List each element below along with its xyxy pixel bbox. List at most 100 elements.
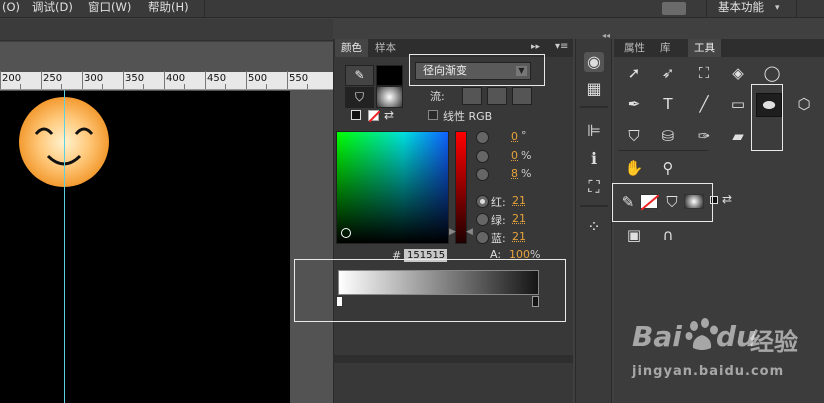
collapsed-panel-strip: ◂◂ ◉ ▦ ⊫ ℹ ⛶ ⁘ (575, 31, 612, 403)
gradient-stop-start[interactable] (336, 296, 343, 307)
free-transform-tool-icon[interactable]: ⛶ (692, 62, 716, 84)
ruler-tick (41, 71, 42, 89)
tab-swatches[interactable]: 样本 (369, 39, 402, 57)
sync-settings-icon[interactable] (662, 2, 686, 15)
tab-library[interactable]: 库 (654, 39, 677, 57)
highlight-frame (409, 54, 545, 86)
slider-arrow-left-icon[interactable]: ▶ (449, 227, 456, 237)
color-picker-field[interactable] (336, 131, 449, 244)
strip-separator (580, 106, 608, 108)
green-radio[interactable] (476, 213, 489, 226)
menu-item-debug[interactable]: 调试(D) (32, 0, 73, 18)
expand-panels-icon[interactable]: ◂◂ (602, 31, 610, 40)
red-value[interactable]: 21 (512, 194, 526, 207)
ruler-label: 250 (43, 73, 63, 84)
slider-arrow-right-icon[interactable]: ◀ (466, 227, 473, 237)
paint-bucket-tool-icon[interactable]: ⛉ (622, 125, 646, 147)
ruler-minor-tick (102, 84, 103, 89)
highlight-frame (751, 84, 783, 151)
tab-tools[interactable]: 工具 (688, 39, 721, 57)
ruler-label: 300 (84, 73, 104, 84)
panel-resize-grip[interactable] (333, 355, 573, 363)
flow-extend-button[interactable] (462, 87, 482, 105)
info-icon[interactable]: ℹ (584, 149, 604, 169)
panel-menu-icon[interactable]: ▾≡ (555, 41, 568, 52)
flow-repeat-button[interactable] (512, 87, 532, 105)
brightness-unit: % (521, 167, 532, 180)
stroke-color-swatch[interactable] (376, 65, 403, 86)
ruler-minor-tick (143, 84, 144, 89)
subselection-tool-icon[interactable]: ➶ (656, 62, 680, 84)
menu-item-help[interactable]: 帮助(H) (148, 0, 189, 18)
ink-bottle-tool-icon[interactable]: ⛁ (656, 125, 680, 147)
ruler-minor-tick (20, 84, 21, 89)
ruler-label: 450 (207, 73, 227, 84)
magnet-icon[interactable]: ∩ (656, 224, 680, 246)
red-radio[interactable] (476, 195, 489, 208)
ruler-tick (0, 71, 1, 89)
ruler-minor-tick (307, 84, 308, 89)
ruler-minor-tick (225, 84, 226, 89)
3d-rotation-tool-icon[interactable]: ◈ (726, 62, 750, 84)
collapse-panel-icon[interactable]: ▸▸ (531, 42, 540, 52)
gradient-stop-end[interactable] (532, 296, 539, 307)
watermark-url: jingyan.baidu.com (632, 364, 785, 379)
lasso-tool-icon[interactable]: ◯ (760, 62, 784, 84)
brightness-radio[interactable] (476, 168, 489, 181)
linear-rgb-label: 线性 RGB (443, 110, 493, 123)
transform-icon[interactable]: ⛶ (584, 177, 604, 197)
ruler-minor-tick (61, 84, 62, 89)
text-tool-icon[interactable]: T (656, 93, 680, 115)
saturation-value[interactable]: 0 (511, 149, 518, 162)
black-white-icon[interactable] (351, 110, 361, 120)
zoom-tool-icon[interactable]: ⚲ (656, 157, 680, 179)
hue-radio[interactable] (476, 131, 489, 144)
highlight-frame (612, 183, 713, 222)
green-value[interactable]: 21 (512, 212, 526, 225)
red-label: 红: (491, 196, 506, 209)
guide-line[interactable] (64, 90, 65, 403)
hue-value[interactable]: 0 (511, 130, 518, 143)
green-label: 绿: (491, 214, 506, 227)
menu-item-command[interactable]: (O) (2, 0, 20, 18)
workspace-switcher[interactable]: 基本功能 (718, 0, 764, 18)
ruler-label: 550 (289, 73, 309, 84)
stroke-color-pencil-icon[interactable]: ✎ (345, 65, 374, 86)
no-color-icon[interactable] (368, 110, 380, 122)
ruler-minor-tick (266, 84, 267, 89)
tab-properties[interactable]: 属性 (618, 39, 651, 57)
blue-radio[interactable] (476, 231, 489, 244)
chevron-down-icon[interactable]: ▾ (775, 3, 780, 13)
rectangle-tool-icon[interactable]: ▭ (726, 93, 750, 115)
pen-tool-icon[interactable]: ✒ (622, 93, 646, 115)
components-icon[interactable]: ⁘ (584, 217, 604, 237)
line-tool-icon[interactable]: ╱ (692, 93, 716, 115)
blue-value[interactable]: 21 (512, 230, 526, 243)
swatches-grid-icon[interactable]: ▦ (584, 79, 604, 99)
hue-unit: ° (521, 129, 527, 142)
swap-colors-icon[interactable]: ⇄ (722, 192, 732, 206)
document-tab-bar (0, 19, 333, 41)
eyedropper-tool-icon[interactable]: ✑ (692, 125, 716, 147)
fill-color-swatch[interactable] (376, 86, 403, 108)
color-picker-cursor[interactable] (341, 228, 351, 238)
ruler-label: 200 (2, 73, 22, 84)
tab-color[interactable]: 颜色 (335, 39, 368, 57)
hand-tool-icon[interactable]: ✋ (622, 157, 646, 179)
snap-to-objects-icon[interactable]: ▣ (622, 224, 646, 246)
align-icon[interactable]: ⊫ (584, 121, 604, 141)
color-palette-icon[interactable]: ◉ (584, 52, 604, 72)
flow-reflect-button[interactable] (487, 87, 507, 105)
fill-bucket-icon[interactable]: ⛉ (345, 87, 374, 108)
saturation-radio[interactable] (476, 150, 489, 163)
blue-label: 蓝: (491, 232, 506, 245)
brightness-value[interactable]: 8 (511, 167, 518, 180)
selection-tool-icon[interactable]: ➚ (622, 62, 646, 84)
linear-rgb-checkbox[interactable] (428, 110, 438, 120)
baidu-jingyan-watermark: Bai du 经验 jingyan.baidu.com (632, 316, 822, 386)
menu-item-window[interactable]: 窗口(W) (88, 0, 131, 18)
swap-colors-icon[interactable]: ⇄ (384, 108, 394, 122)
polystar-tool-icon[interactable]: ⬡ (792, 93, 816, 115)
gradient-bar[interactable] (338, 270, 539, 295)
eraser-tool-icon[interactable]: ▰ (726, 125, 750, 147)
